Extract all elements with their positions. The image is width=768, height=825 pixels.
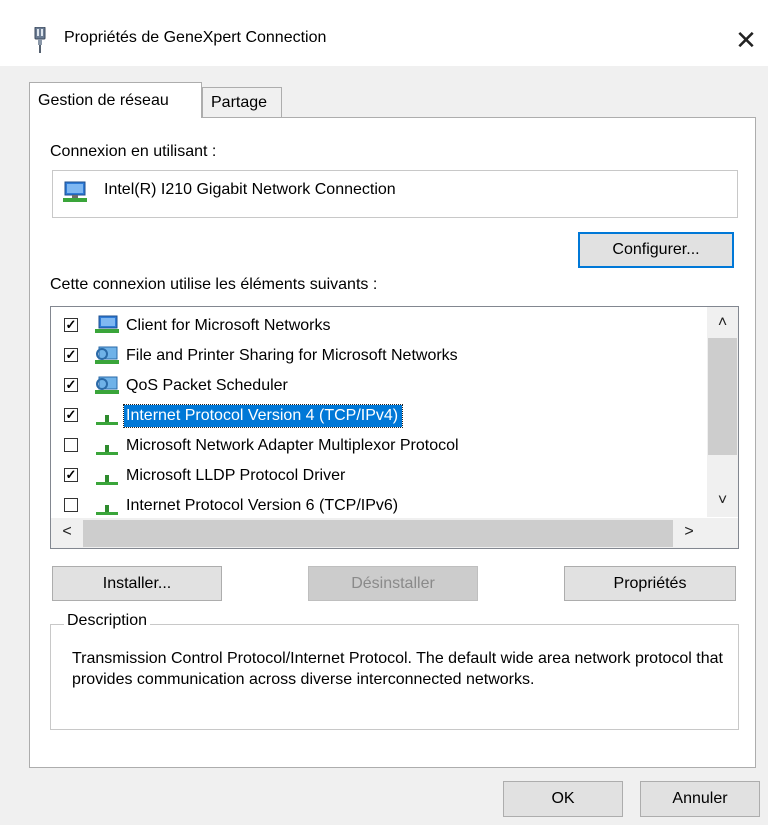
cancel-button[interactable]: Annuler	[640, 781, 760, 817]
connect-using-label: Connexion en utilisant :	[50, 143, 217, 160]
item-label: Microsoft LLDP Protocol Driver	[126, 467, 346, 484]
uninstall-button[interactable]: Désinstaller	[308, 566, 478, 601]
item-label: Internet Protocol Version 6 (TCP/IPv6)	[126, 497, 399, 514]
properties-button[interactable]: Propriétés	[564, 566, 736, 601]
list-item[interactable]: Internet Protocol Version 6 (TCP/IPv6)	[51, 491, 701, 521]
item-checkbox[interactable]: ✓	[64, 408, 78, 422]
network-service-icon	[95, 346, 119, 364]
protocol-icon	[96, 415, 118, 425]
scroll-up-icon[interactable]: ˄	[707, 314, 738, 332]
scroll-down-icon[interactable]: ˅	[707, 492, 738, 510]
install-button[interactable]: Installer...	[52, 566, 222, 601]
item-label: Internet Protocol Version 4 (TCP/IPv4)	[122, 404, 404, 428]
close-button[interactable]: ✕	[728, 22, 764, 58]
background-window-strip	[0, 0, 768, 8]
network-adapter-title-icon	[34, 27, 46, 53]
protocol-icon	[96, 445, 118, 455]
scroll-right-icon[interactable]: >	[677, 523, 701, 541]
network-client-icon	[95, 315, 119, 333]
network-adapter-icon	[63, 181, 87, 202]
item-label: Microsoft Network Adapter Multiplexor Pr…	[126, 437, 459, 454]
list-item[interactable]: ✓ File and Printer Sharing for Microsoft…	[51, 341, 701, 371]
items-list[interactable]: ✓ Client for Microsoft Networks ✓ File a…	[50, 306, 739, 549]
protocol-icon	[96, 505, 118, 515]
configure-button[interactable]: Configurer...	[578, 232, 734, 268]
item-checkbox[interactable]: ✓	[64, 348, 78, 362]
tab-network[interactable]: Gestion de réseau	[29, 82, 202, 118]
item-checkbox[interactable]: ✓	[64, 468, 78, 482]
description-legend: Description	[64, 612, 151, 630]
protocol-icon	[96, 475, 118, 485]
ok-button[interactable]: OK	[503, 781, 623, 817]
item-label: QoS Packet Scheduler	[126, 377, 288, 394]
adapter-name: Intel(R) I210 Gigabit Network Connection	[104, 181, 396, 198]
close-icon: ✕	[735, 25, 757, 55]
description-text: Transmission Control Protocol/Internet P…	[72, 650, 723, 688]
item-checkbox[interactable]: ✓	[64, 378, 78, 392]
list-item[interactable]: ✓ Microsoft LLDP Protocol Driver	[51, 461, 701, 491]
list-item[interactable]: Microsoft Network Adapter Multiplexor Pr…	[51, 431, 701, 461]
vertical-scroll-thumb[interactable]	[708, 338, 737, 455]
item-label: File and Printer Sharing for Microsoft N…	[126, 347, 458, 364]
list-item[interactable]: ✓ Client for Microsoft Networks	[51, 311, 701, 341]
window-title: Propriétés de GeneXpert Connection	[64, 29, 327, 46]
list-item[interactable]: ✓ QoS Packet Scheduler	[51, 371, 701, 401]
list-item-selected[interactable]: ✓ Internet Protocol Version 4 (TCP/IPv4)	[51, 401, 701, 431]
network-service-icon	[95, 376, 119, 394]
item-label: Client for Microsoft Networks	[126, 317, 331, 334]
scrollbar-corner	[707, 518, 738, 548]
item-checkbox[interactable]	[64, 438, 78, 452]
item-checkbox[interactable]: ✓	[64, 318, 78, 332]
tab-sharing[interactable]: Partage	[202, 87, 282, 117]
items-label: Cette connexion utilise les éléments sui…	[50, 276, 378, 293]
horizontal-scroll-thumb[interactable]	[83, 520, 673, 547]
item-checkbox[interactable]	[64, 498, 78, 512]
scroll-left-icon[interactable]: <	[55, 523, 79, 541]
